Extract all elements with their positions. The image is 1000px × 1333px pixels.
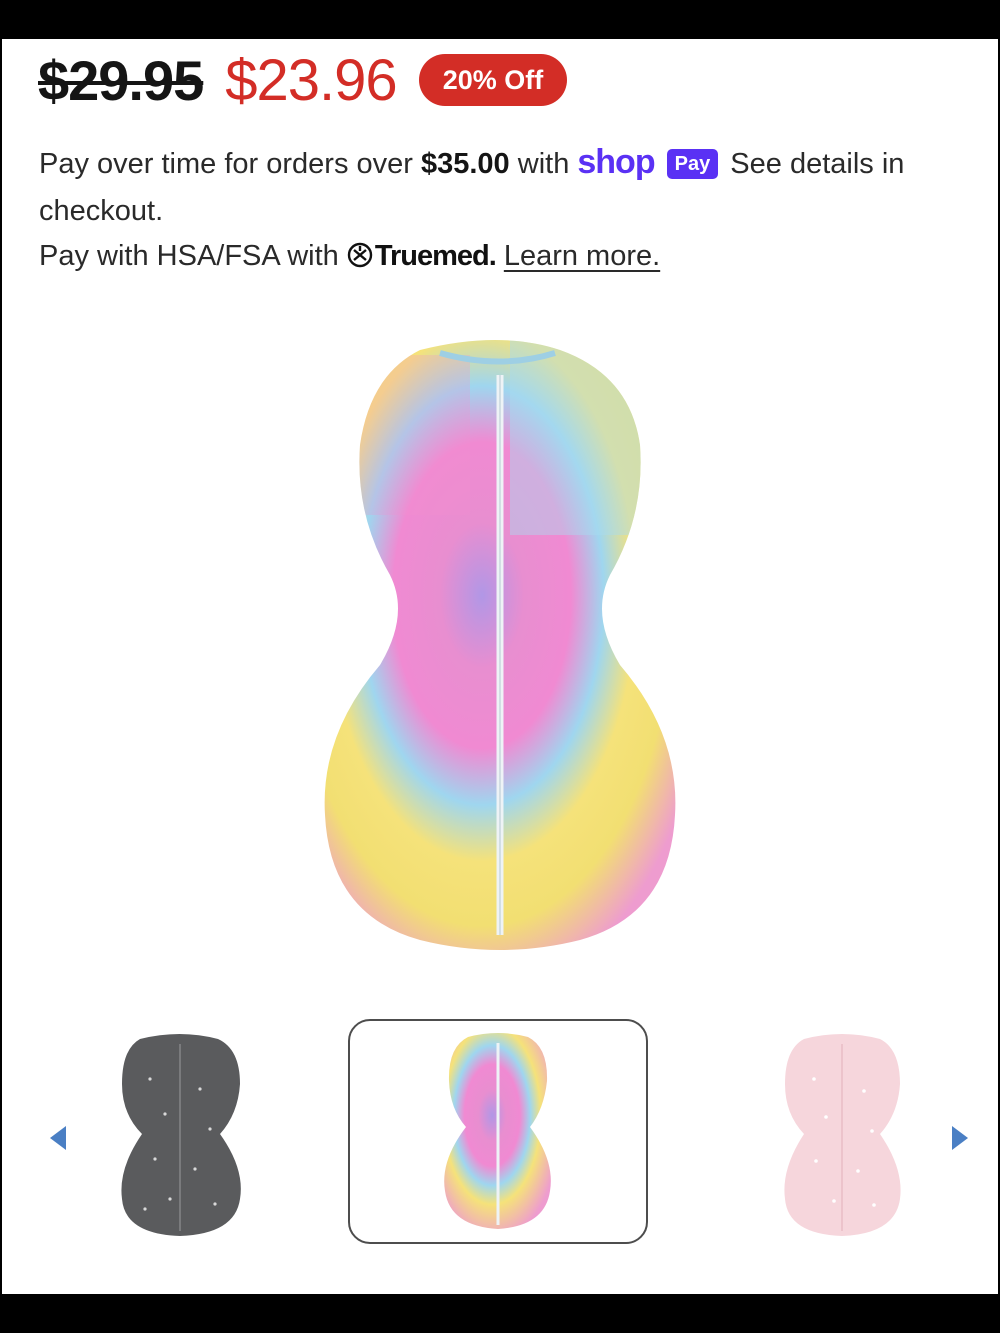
sale-price: $23.96 (225, 47, 397, 113)
status-bar (0, 0, 1000, 39)
truemed-logo: Truemed. (374, 240, 497, 272)
main-product-image[interactable] (320, 335, 680, 955)
shop-pay-badge: Pay (666, 149, 719, 179)
discount-badge: 20% Off (418, 54, 568, 106)
thumbnail-tie-dye-swaddle[interactable] (348, 1019, 648, 1244)
triangle-right-icon[interactable] (944, 1123, 974, 1153)
shop-pay-installments: Pay over time for orders over $35.00 wit… (39, 143, 905, 227)
product-page: $29.95 $23.96 20% Off Pay over time for … (2, 39, 998, 1294)
order-threshold: $35.00 (420, 148, 510, 180)
truemed-logo-icon (347, 242, 373, 268)
navigation-bar (0, 1294, 1000, 1333)
price-row: $29.95 $23.96 20% Off (38, 47, 568, 113)
shop-logo: shop (577, 143, 655, 181)
learn-more-link[interactable]: Learn more. (504, 240, 660, 272)
original-price: $29.95 (38, 48, 204, 112)
thumbnail-charcoal-swaddle[interactable] (62, 1019, 362, 1244)
hsa-fsa-line: Pay with HSA/FSA with Truemed. Learn mor… (39, 240, 661, 272)
